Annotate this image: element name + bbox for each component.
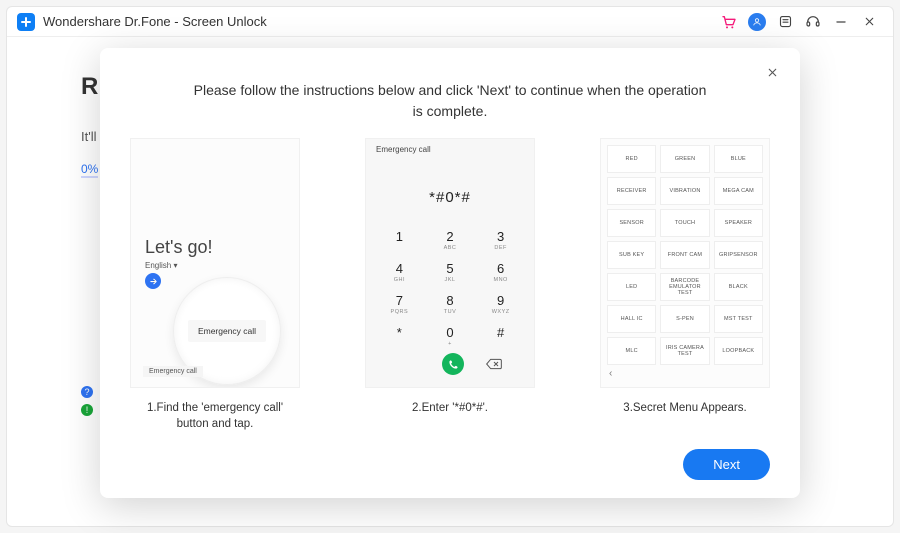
app-logo xyxy=(17,13,35,31)
secret-menu-cell: BARCODE EMULATOR TEST xyxy=(660,273,709,301)
card-2-caption: 2.Enter '*#0*#'. xyxy=(412,400,488,416)
secret-menu-grid: REDGREENBLUE RECEIVERVIBRATIONMEGA CAM SEN… xyxy=(607,145,763,365)
titlebar: Wondershare Dr.Fone - Screen Unlock xyxy=(7,7,893,37)
card-2-image: Emergency call *#0*# 12ABC3DEF 4GHI5JKL6M… xyxy=(365,138,535,388)
side-status-dots: ? ! xyxy=(81,386,93,416)
card-3-caption: 3.Secret Menu Appears. xyxy=(623,400,746,416)
secret-menu-cell: S-PEN xyxy=(660,305,709,333)
feedback-icon[interactable] xyxy=(771,8,799,36)
secret-menu-cell: GREEN xyxy=(660,145,709,173)
keypad-key: # xyxy=(475,325,526,347)
modal-close-button[interactable] xyxy=(762,62,782,82)
backspace-icon xyxy=(486,358,502,370)
emergency-call-small-button: Emergency call xyxy=(143,366,203,377)
keypad-key: 7PQRS xyxy=(374,293,425,315)
next-button[interactable]: Next xyxy=(683,449,770,480)
secret-menu-cell: FRONT CAM xyxy=(660,241,709,269)
next-arrow-icon xyxy=(145,273,161,289)
emergency-call-magnified-button: Emergency call xyxy=(188,320,266,342)
secret-menu-cell: GRIPSENSOR xyxy=(714,241,763,269)
secret-menu-cell: LED xyxy=(607,273,656,301)
instruction-card-1: Let's go! English ▾ Emergency call Emerg… xyxy=(130,138,300,443)
keypad-key: 1 xyxy=(374,229,425,251)
card-1-image: Let's go! English ▾ Emergency call Emerg… xyxy=(130,138,300,388)
keypad-key: 0+ xyxy=(425,325,476,347)
info-dot-icon[interactable]: ? xyxy=(81,386,93,398)
keypad-key: 5JKL xyxy=(425,261,476,283)
close-window-button[interactable] xyxy=(855,8,883,36)
secret-menu-cell: MLC xyxy=(607,337,656,365)
keypad-key: 3DEF xyxy=(475,229,526,251)
back-chevron-icon: ‹ xyxy=(609,368,612,379)
lets-go-label: Let's go! xyxy=(145,237,212,258)
status-dot-icon[interactable]: ! xyxy=(81,404,93,416)
secret-menu-cell: TOUCH xyxy=(660,209,709,237)
secret-menu-cell: MST TEST xyxy=(714,305,763,333)
instruction-cards: Let's go! English ▾ Emergency call Emerg… xyxy=(130,138,770,443)
secret-menu-cell: IRIS CAMERA TEST xyxy=(660,337,709,365)
keypad-key: * xyxy=(374,325,425,347)
instruction-card-3: REDGREENBLUE RECEIVERVIBRATIONMEGA CAM SEN… xyxy=(600,138,770,443)
secret-menu-cell: SUB KEY xyxy=(607,241,656,269)
card-1-caption: 1.Find the 'emergency call' button and t… xyxy=(130,400,300,432)
keypad-key: 8TUV xyxy=(425,293,476,315)
modal-footer: Next xyxy=(130,443,770,480)
cart-icon[interactable] xyxy=(715,8,743,36)
secret-menu-cell: MEGA CAM xyxy=(714,177,763,205)
keypad-key: 4GHI xyxy=(374,261,425,283)
secret-menu-cell: HALL IC xyxy=(607,305,656,333)
secret-menu-cell: RECEIVER xyxy=(607,177,656,205)
keypad-key: 2ABC xyxy=(425,229,476,251)
keypad-key: 6MNO xyxy=(475,261,526,283)
secret-menu-cell: VIBRATION xyxy=(660,177,709,205)
dialer-code: *#0*# xyxy=(366,189,534,206)
modal-instruction-text: Please follow the instructions below and… xyxy=(130,70,770,128)
language-selector-label: English ▾ xyxy=(145,261,178,270)
background-progress: 0% xyxy=(81,162,98,178)
secret-menu-cell: BLACK xyxy=(714,273,763,301)
secret-menu-cell: RED xyxy=(607,145,656,173)
instruction-card-2: Emergency call *#0*# 12ABC3DEF 4GHI5JKL6M… xyxy=(365,138,535,443)
keypad-key: 9WXYZ xyxy=(475,293,526,315)
dialer-keypad: 12ABC3DEF 4GHI5JKL6MNO 7PQRS8TUV9WXYZ *0+# xyxy=(374,229,526,347)
dialer-bottom-row xyxy=(366,353,534,375)
call-button-icon xyxy=(442,353,464,375)
secret-menu-cell: BLUE xyxy=(714,145,763,173)
card-3-image: REDGREENBLUE RECEIVERVIBRATIONMEGA CAM SEN… xyxy=(600,138,770,388)
dialer-header: Emergency call xyxy=(376,145,431,154)
user-icon[interactable] xyxy=(743,8,771,36)
instruction-modal: Please follow the instructions below and… xyxy=(100,48,800,498)
minimize-button[interactable] xyxy=(827,8,855,36)
secret-menu-cell: LOOPBACK xyxy=(714,337,763,365)
secret-menu-cell: SENSOR xyxy=(607,209,656,237)
support-icon[interactable] xyxy=(799,8,827,36)
app-title: Wondershare Dr.Fone - Screen Unlock xyxy=(43,14,267,29)
secret-menu-cell: SPEAKER xyxy=(714,209,763,237)
